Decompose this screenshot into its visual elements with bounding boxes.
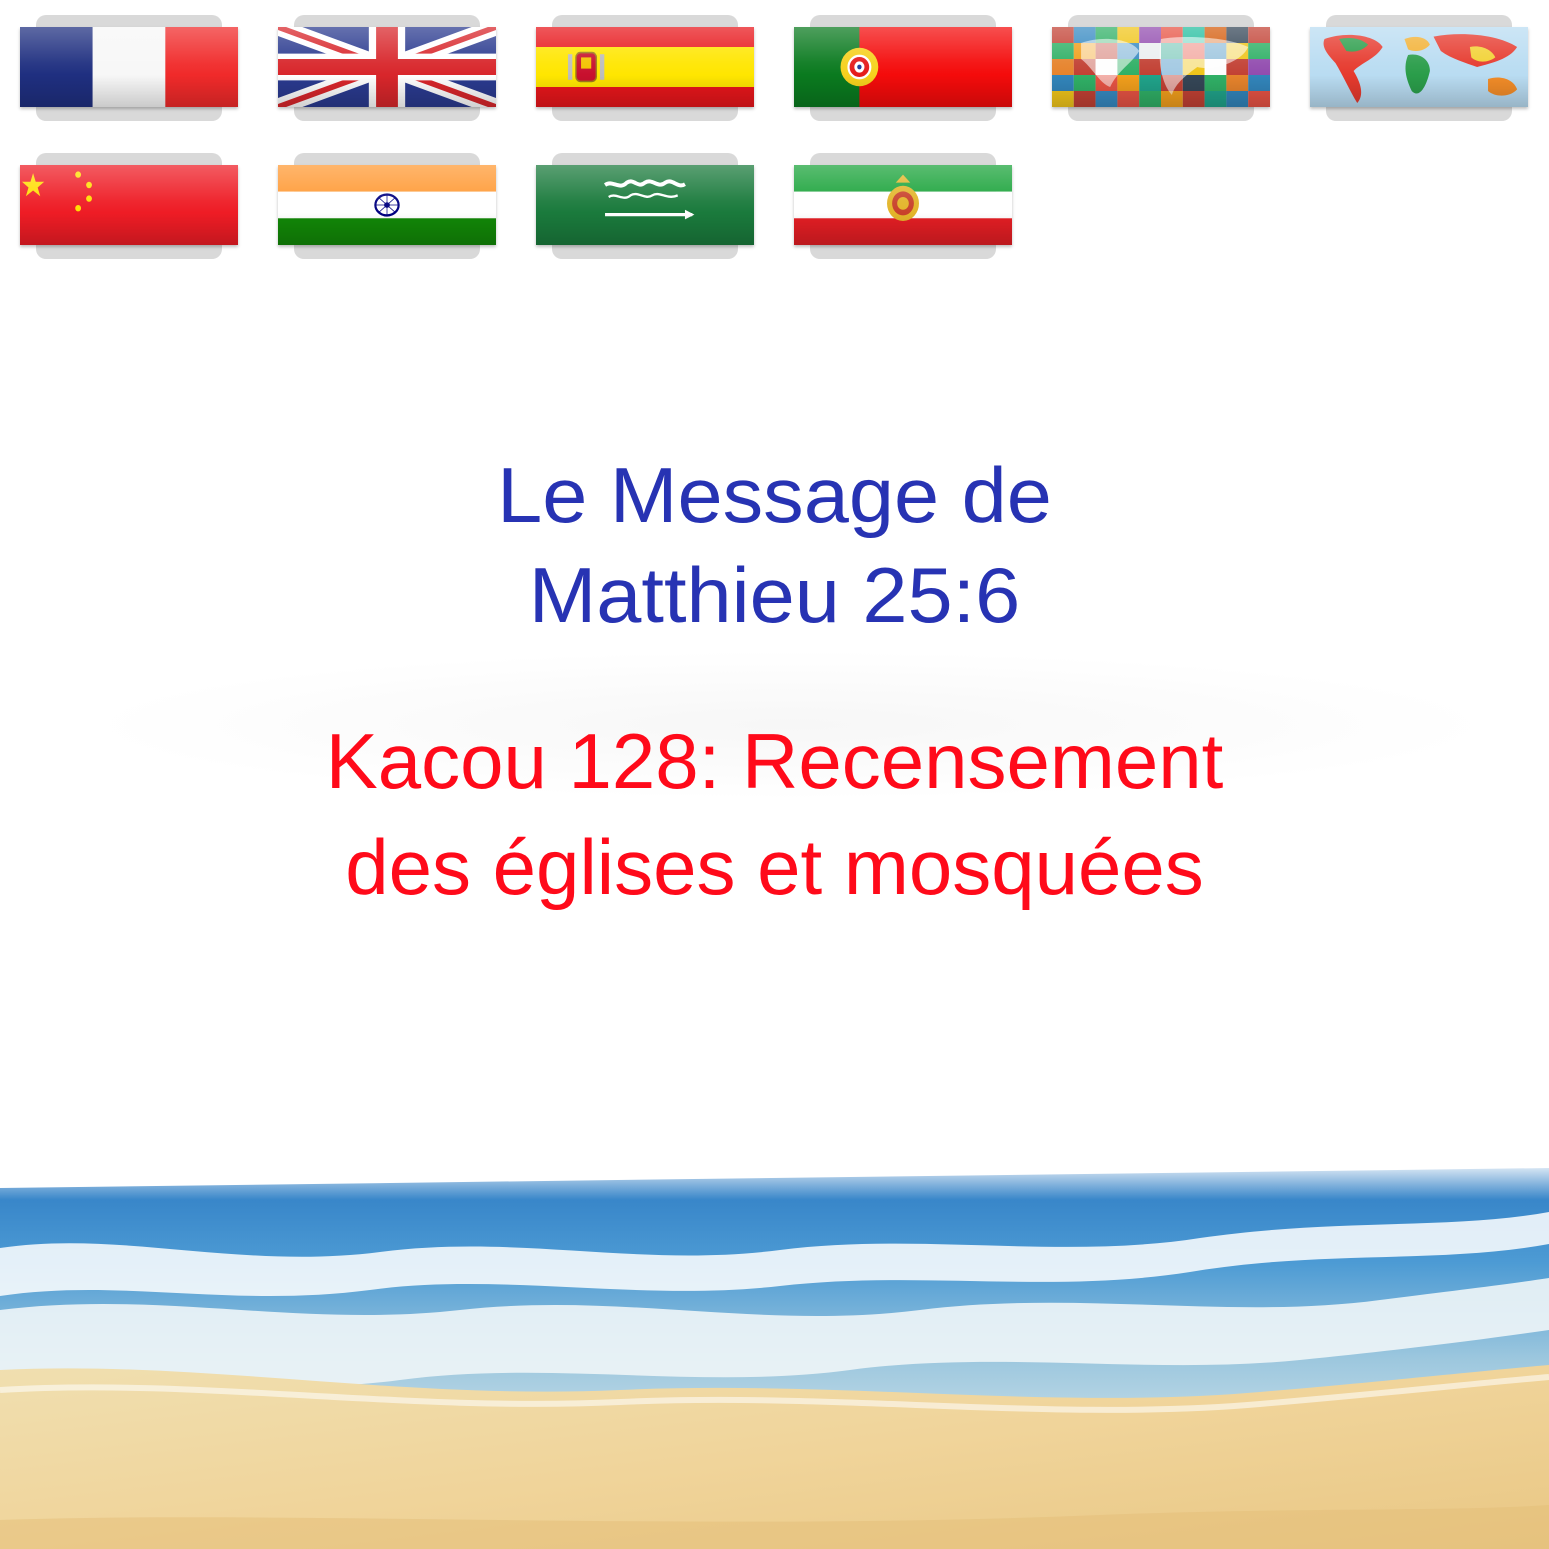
portugal-flag-icon — [794, 27, 1012, 107]
subtitle-line-2: des églises et mosquées — [345, 823, 1204, 911]
language-button-french[interactable] — [20, 15, 238, 121]
page-heading: Le Message de Matthieu 25:6 — [0, 445, 1549, 645]
language-button-world-flags[interactable] — [1052, 15, 1270, 121]
heading-line-2: Matthieu 25:6 — [528, 551, 1021, 639]
iran-flag-icon — [794, 165, 1012, 245]
beach-background-image — [0, 1160, 1549, 1549]
subtitle-line-1: Kacou 128: Recensement — [325, 717, 1224, 805]
saudi-arabia-flag-icon — [536, 165, 754, 245]
language-button-arabic[interactable] — [536, 153, 754, 259]
heading-line-1: Le Message de — [497, 451, 1052, 539]
language-button-chinese[interactable] — [20, 153, 238, 259]
language-button-farsi[interactable] — [794, 153, 1012, 259]
france-flag-icon — [20, 27, 238, 107]
language-button-english[interactable] — [278, 15, 496, 121]
language-button-portuguese[interactable] — [794, 15, 1012, 121]
india-flag-icon — [278, 165, 496, 245]
united-kingdom-flag-icon — [278, 27, 496, 107]
world-map-icon — [1310, 27, 1528, 107]
language-button-spanish[interactable] — [536, 15, 754, 121]
page-subtitle: Kacou 128: Recensement des églises et mo… — [0, 708, 1549, 920]
language-button-world-map[interactable] — [1310, 15, 1528, 121]
language-button-india[interactable] — [278, 153, 496, 259]
world-flags-map-icon — [1052, 27, 1270, 107]
spain-flag-icon — [536, 27, 754, 107]
china-flag-icon — [20, 165, 238, 245]
